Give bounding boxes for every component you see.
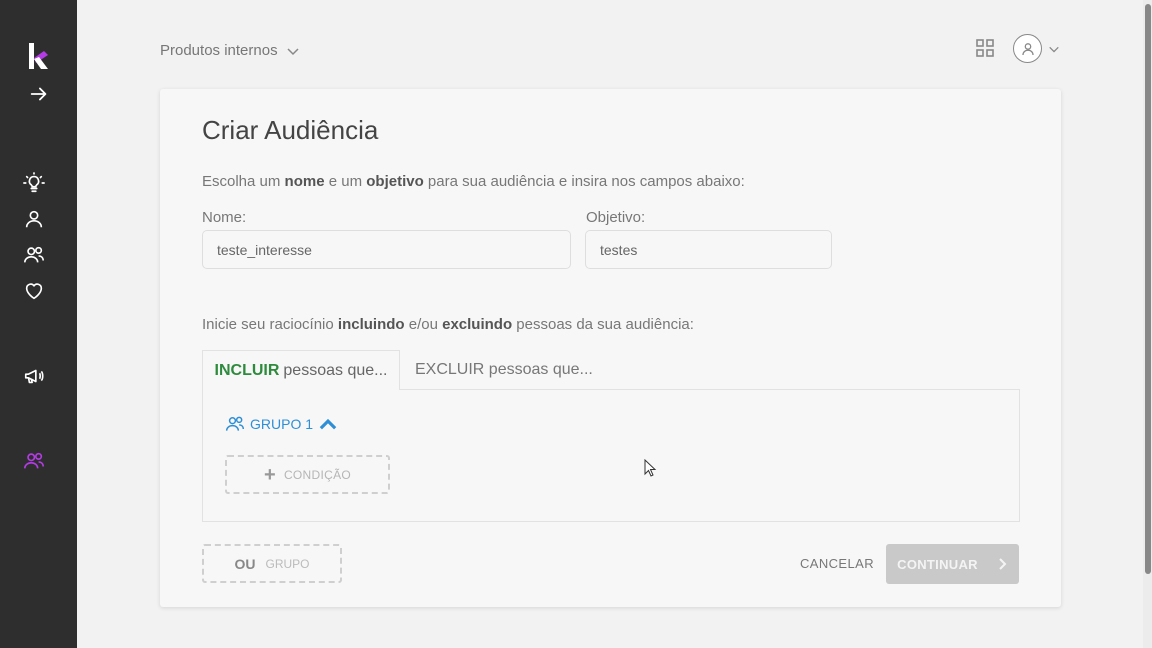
chevron-up-icon bbox=[319, 418, 337, 430]
page-title: Criar Audiência bbox=[202, 115, 379, 145]
mouse-cursor-icon bbox=[644, 459, 657, 477]
group-panel: GRUPO 1 + CONDIÇÃO bbox=[202, 389, 1020, 522]
logo-icon[interactable] bbox=[26, 41, 50, 71]
lightbulb-icon[interactable] bbox=[22, 171, 46, 195]
create-audience-card: Criar Audiência Escolha um nome e um obj… bbox=[160, 89, 1061, 607]
person-icon[interactable] bbox=[22, 207, 46, 231]
chevron-right-icon bbox=[999, 558, 1007, 570]
group-label: GRUPO 1 bbox=[250, 416, 314, 432]
tab-include[interactable]: INCLUIR pessoas que... bbox=[202, 350, 400, 390]
or-label: OU bbox=[234, 555, 256, 572]
group-button-label: GRUPO bbox=[265, 556, 310, 571]
continue-button[interactable]: CONTINUAR bbox=[886, 544, 1019, 584]
name-input[interactable] bbox=[202, 230, 571, 269]
sidebar bbox=[0, 0, 77, 648]
name-label: Nome: bbox=[202, 209, 247, 226]
plus-icon: + bbox=[263, 463, 276, 486]
user-avatar-icon bbox=[1013, 34, 1042, 63]
objective-input[interactable] bbox=[585, 230, 832, 269]
user-menu[interactable] bbox=[1013, 34, 1060, 63]
tab-include-strong: INCLUIR bbox=[214, 361, 280, 379]
megaphone-icon[interactable] bbox=[22, 364, 46, 388]
heart-icon[interactable] bbox=[22, 279, 46, 303]
chevron-down-icon bbox=[1049, 46, 1059, 52]
instructions-text: Escolha um nome e um objetivo para sua a… bbox=[202, 173, 745, 190]
chevron-down-icon bbox=[287, 47, 299, 55]
add-condition-label: CONDIÇÃO bbox=[283, 467, 352, 482]
cancel-button[interactable]: CANCELAR bbox=[800, 556, 874, 571]
tab-exclude[interactable]: EXCLUIR pessoas que... bbox=[415, 350, 593, 390]
reasoning-text: Inicie seu raciocínio incluindo e/ou exc… bbox=[202, 316, 694, 333]
people-icon[interactable] bbox=[22, 243, 46, 267]
group-people-icon bbox=[225, 416, 245, 431]
tab-include-rest: pessoas que... bbox=[283, 361, 388, 379]
product-selector[interactable]: Produtos internos bbox=[160, 42, 300, 59]
expand-arrow-icon[interactable] bbox=[27, 82, 51, 106]
audience-icon[interactable] bbox=[22, 449, 46, 473]
objective-label: Objetivo: bbox=[586, 209, 646, 226]
group-toggle[interactable]: GRUPO 1 bbox=[225, 414, 338, 434]
continue-label: CONTINUAR bbox=[897, 556, 978, 572]
grid-icon[interactable] bbox=[975, 38, 995, 58]
product-selector-label: Produtos internos bbox=[160, 42, 278, 59]
or-group-button[interactable]: OU GRUPO bbox=[202, 544, 342, 583]
add-condition-button[interactable]: + CONDIÇÃO bbox=[225, 455, 390, 494]
scrollbar-thumb[interactable] bbox=[1145, 4, 1151, 574]
